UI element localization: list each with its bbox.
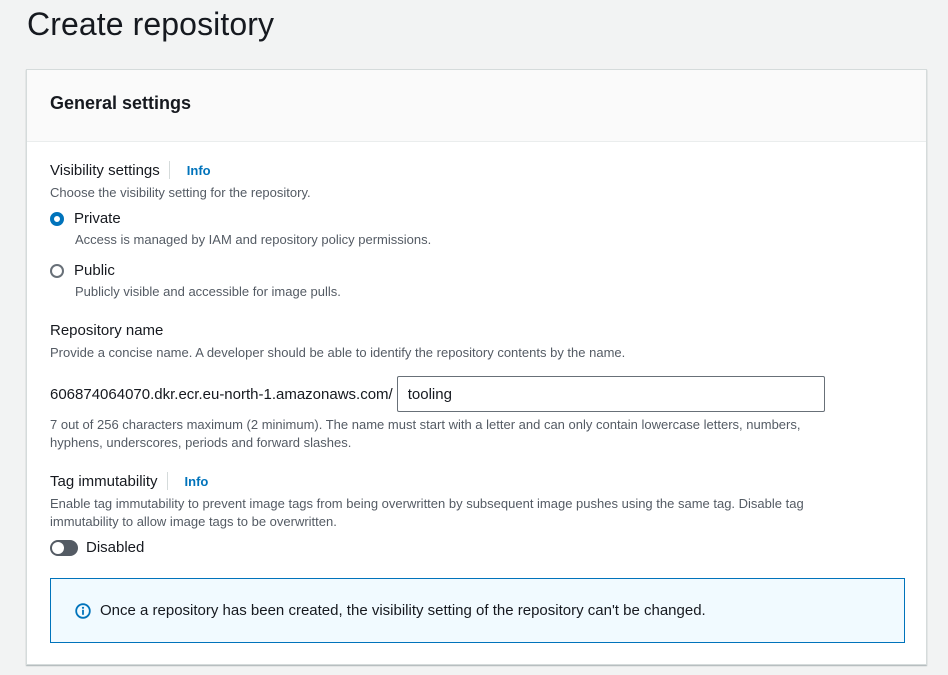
- repository-name-constraint-line1: 7 out of 256 characters maximum (2 minim…: [50, 417, 801, 432]
- private-radio-label[interactable]: Private: [74, 210, 121, 227]
- tag-immutability-label: Tag immutability: [50, 472, 158, 490]
- repository-name-input[interactable]: [396, 376, 825, 412]
- info-circle-icon: [75, 602, 91, 619]
- toggle-knob: [52, 541, 64, 554]
- panel-title: General settings: [50, 93, 192, 113]
- private-description: Access is managed by IAM and repository …: [75, 232, 432, 247]
- visibility-description: Choose the visibility setting for the re…: [50, 185, 311, 200]
- panel-header: General settings: [27, 70, 926, 142]
- visibility-label: Visibility settings: [50, 161, 160, 179]
- public-radio-button[interactable]: [50, 263, 64, 278]
- repository-name-constraint-line2: hyphens, underscores, periods and forwar…: [50, 435, 352, 450]
- alert-text: Once a repository has been created, the …: [100, 602, 706, 619]
- public-radio-label[interactable]: Public: [74, 262, 115, 279]
- repository-uri-prefix: 606874064070.dkr.ecr.eu-north-1.amazonaw…: [50, 385, 393, 403]
- tag-immutability-description-line2: immutability to allow image tags to be o…: [50, 514, 337, 529]
- tag-immutability-toggle-label[interactable]: Disabled: [86, 539, 144, 556]
- label-divider: [168, 161, 170, 179]
- radio-private[interactable]: Private: [50, 210, 121, 227]
- tag-immutability-label-row: Tag immutability Info: [50, 472, 208, 490]
- repository-name-description: Provide a concise name. A developer shou…: [50, 345, 626, 360]
- repository-name-label: Repository name: [50, 322, 164, 339]
- page-title: Create repository: [27, 6, 275, 42]
- repository-uri-row: 606874064070.dkr.ecr.eu-north-1.amazonaw…: [50, 376, 825, 412]
- radio-public[interactable]: Public: [50, 262, 115, 279]
- label-divider: [166, 472, 168, 490]
- private-radio-button[interactable]: [50, 211, 64, 226]
- visibility-label-row: Visibility settings Info: [50, 161, 211, 179]
- public-description: Publicly visible and accessible for imag…: [75, 284, 341, 299]
- visibility-info-alert: Once a repository has been created, the …: [50, 578, 905, 643]
- visibility-info-link[interactable]: Info: [187, 163, 211, 178]
- general-settings-panel: General settings Visibility settings Inf…: [26, 69, 927, 665]
- repository-name-label-row: Repository name: [50, 322, 163, 339]
- create-repository-page: Create repository General settings Visib…: [0, 0, 948, 675]
- tag-immutability-description-line1: Enable tag immutability to prevent image…: [50, 496, 804, 511]
- tag-immutability-info-link[interactable]: Info: [185, 474, 209, 489]
- tag-immutability-toggle[interactable]: [50, 539, 78, 556]
- tag-immutability-toggle-row[interactable]: Disabled: [50, 539, 144, 556]
